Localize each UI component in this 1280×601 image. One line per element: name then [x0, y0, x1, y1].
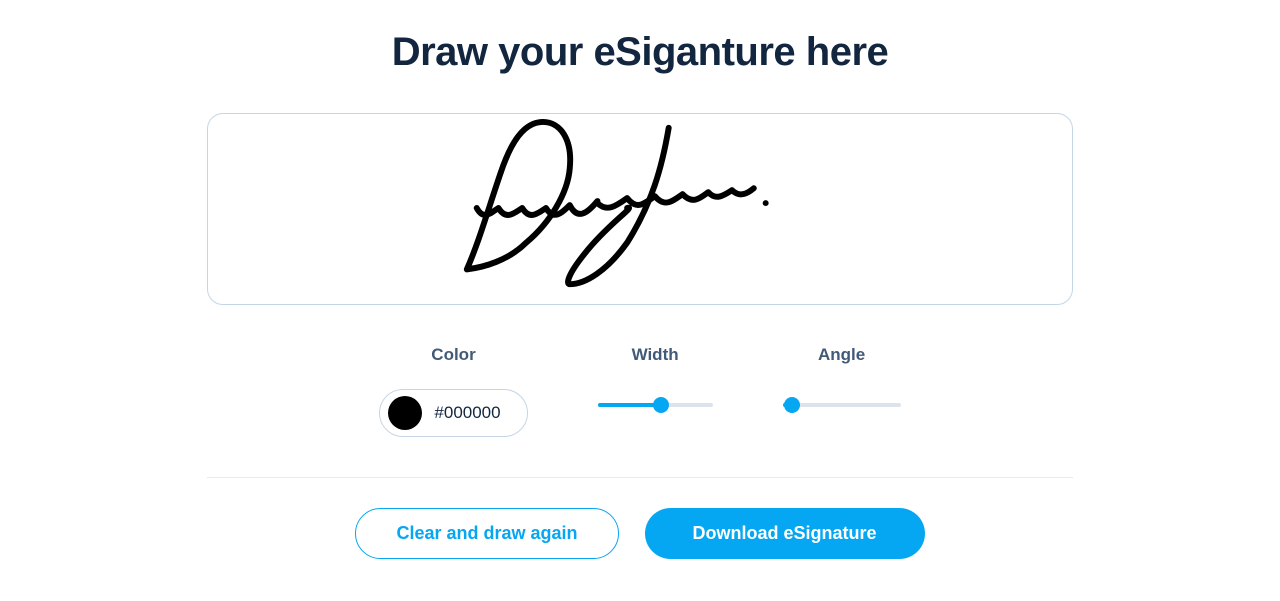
width-control-group: Width — [598, 345, 713, 413]
color-swatch — [388, 396, 422, 430]
color-picker[interactable]: #000000 — [379, 389, 527, 437]
signature-canvas[interactable] — [207, 113, 1073, 305]
page-title: Draw your eSiganture here — [392, 30, 889, 75]
angle-slider[interactable] — [783, 397, 901, 413]
color-label: Color — [431, 345, 475, 365]
width-slider[interactable] — [598, 397, 713, 413]
download-button[interactable]: Download eSignature — [645, 508, 925, 559]
width-slider-fill — [598, 403, 661, 407]
angle-slider-thumb[interactable] — [784, 397, 800, 413]
angle-slider-track — [783, 403, 901, 407]
width-slider-thumb[interactable] — [653, 397, 669, 413]
clear-button[interactable]: Clear and draw again — [355, 508, 618, 559]
color-control-group: Color #000000 — [379, 345, 527, 437]
angle-label: Angle — [818, 345, 865, 365]
color-value: #000000 — [434, 403, 500, 423]
divider — [207, 477, 1073, 478]
buttons-row: Clear and draw again Download eSignature — [355, 508, 924, 559]
angle-control-group: Angle — [783, 345, 901, 413]
signature-drawing — [208, 114, 1072, 304]
controls-row: Color #000000 Width Angle — [379, 345, 900, 477]
width-label: Width — [632, 345, 679, 365]
